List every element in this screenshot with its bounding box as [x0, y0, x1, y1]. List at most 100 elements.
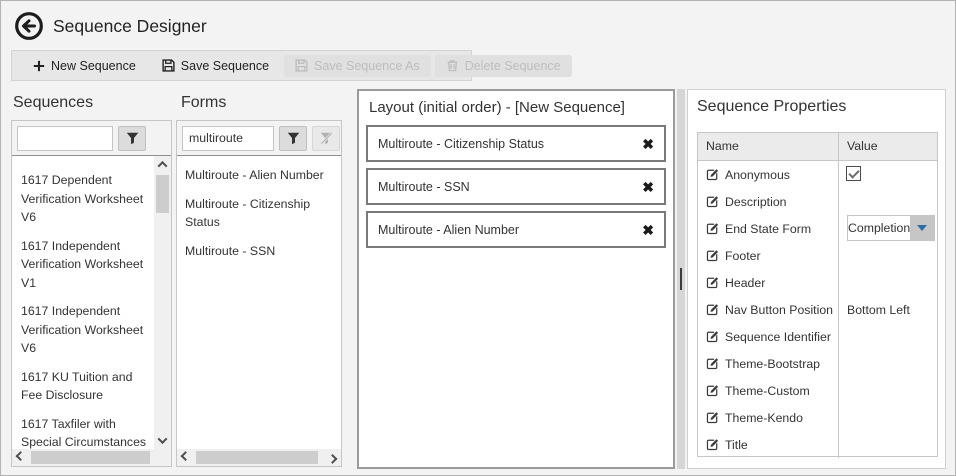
- list-item[interactable]: 1617 Dependent Verification Worksheet V6: [21, 171, 150, 227]
- forms-list: Multiroute - Alien Number Multiroute - Ci…: [177, 156, 339, 449]
- property-name-cell[interactable]: Sequence Identifier: [698, 323, 839, 350]
- sequences-list: V1 1617 Dependent Verification Worksheet…: [12, 156, 154, 449]
- property-value-cell: Bottom Left: [839, 296, 937, 323]
- layout-item[interactable]: Multiroute - Citizenship Status ✖: [366, 125, 666, 162]
- remove-icon[interactable]: ✖: [642, 137, 654, 151]
- forms-search-input[interactable]: [182, 126, 274, 151]
- scroll-left-button[interactable]: [177, 449, 194, 466]
- property-value-cell: [839, 242, 937, 269]
- property-row-end-state-form: End State Form Completion: [698, 215, 937, 242]
- property-name-label: Title: [725, 438, 748, 452]
- delete-sequence-button[interactable]: Delete Sequence: [435, 55, 572, 77]
- property-value-cell: Completion: [839, 215, 937, 242]
- scroll-up-button[interactable]: [154, 156, 171, 173]
- horizontal-scrollbar-thumb[interactable]: [196, 451, 318, 464]
- property-value-text: Bottom Left: [839, 296, 910, 317]
- property-name-cell[interactable]: Description: [698, 188, 839, 215]
- property-name-cell[interactable]: Nav Button Position: [698, 296, 839, 323]
- list-item[interactable]: Multiroute - SSN: [185, 242, 335, 261]
- save-icon: [162, 59, 175, 72]
- filter-icon: [126, 132, 139, 145]
- save-sequence-as-button[interactable]: Save Sequence As: [284, 55, 431, 77]
- property-name-cell[interactable]: Theme-Kendo: [698, 404, 839, 431]
- property-row-footer: Footer: [698, 242, 937, 269]
- property-name-cell[interactable]: Title: [698, 431, 839, 458]
- forms-list-wrap: Multiroute - Alien Number Multiroute - Ci…: [177, 156, 341, 466]
- layout-item[interactable]: Multiroute - Alien Number✖: [366, 211, 666, 248]
- edit-icon: [706, 384, 719, 397]
- chevron-left-icon: [16, 451, 26, 461]
- list-item[interactable]: 1617 Independent Verification Worksheet …: [21, 302, 150, 358]
- property-row-theme-kendo: Theme-Kendo: [698, 404, 937, 431]
- dropdown-selected-value: Completion: [848, 216, 910, 240]
- forms-clear-filter-button[interactable]: [312, 126, 340, 151]
- property-name-cell[interactable]: Theme-Custom: [698, 377, 839, 404]
- horizontal-scrollbar-thumb[interactable]: [31, 451, 150, 464]
- back-arrow-icon: [14, 11, 44, 41]
- end-state-form-dropdown[interactable]: Completion: [847, 215, 935, 241]
- edit-icon: [706, 330, 719, 343]
- scroll-down-button[interactable]: [154, 432, 171, 449]
- list-item[interactable]: Multiroute - Alien Number: [185, 166, 335, 185]
- dropdown-arrow-icon: [910, 216, 934, 240]
- sequences-panel: V1 1617 Dependent Verification Worksheet…: [11, 120, 172, 467]
- edit-icon: [706, 303, 719, 316]
- trash-icon: [446, 59, 459, 72]
- property-value-cell: [839, 269, 937, 296]
- splitter-handle[interactable]: [677, 89, 685, 469]
- remove-icon[interactable]: ✖: [642, 223, 654, 237]
- properties-panel-title: Sequence Properties: [697, 98, 945, 116]
- anonymous-checkbox[interactable]: [846, 166, 861, 181]
- sequences-list-wrap: V1 1617 Dependent Verification Worksheet…: [12, 156, 171, 466]
- column-header-value: Value: [839, 133, 937, 160]
- property-name-cell[interactable]: End State Form: [698, 215, 839, 242]
- list-item[interactable]: 1617 Independent Verification Worksheet …: [21, 237, 150, 293]
- edit-icon: [706, 438, 719, 451]
- forms-search-toolbar: [177, 121, 341, 156]
- property-row-theme-bootstrap: Theme-Bootstrap: [698, 350, 937, 377]
- property-name-cell[interactable]: Header: [698, 269, 839, 296]
- property-value-cell: [839, 350, 937, 377]
- layout-item[interactable]: Multiroute - SSN ✖: [366, 168, 666, 205]
- list-item-partial[interactable]: V1: [21, 156, 154, 161]
- list-item[interactable]: Multiroute - Citizenship Status: [185, 195, 335, 232]
- save-sequence-button[interactable]: Save Sequence: [151, 55, 280, 77]
- property-name-cell[interactable]: Anonymous: [698, 161, 839, 188]
- chevron-right-icon: [328, 454, 338, 464]
- sequences-vertical-scrollbar[interactable]: [154, 156, 171, 449]
- forms-filter-button[interactable]: [279, 126, 307, 151]
- sequence-designer-window: Sequence Designer New SequenceSave Seque…: [0, 0, 956, 476]
- property-value-cell: [839, 323, 937, 350]
- property-value-cell: [839, 431, 937, 458]
- sequences-horizontal-scrollbar[interactable]: [12, 449, 171, 466]
- forms-horizontal-scrollbar[interactable]: [177, 449, 341, 466]
- layout-item-label: Multiroute - Citizenship Status: [378, 137, 544, 151]
- property-value-cell: [839, 404, 937, 431]
- vertical-scrollbar-thumb[interactable]: [156, 175, 169, 213]
- back-button[interactable]: [14, 11, 44, 41]
- scroll-right-button[interactable]: [324, 449, 341, 466]
- toolbar: New SequenceSave SequenceSave Sequence A…: [11, 50, 472, 81]
- chevron-left-icon: [181, 451, 191, 461]
- property-row-anonymous: Anonymous: [698, 161, 937, 188]
- filter-icon: [287, 132, 300, 145]
- plus-icon: [33, 60, 45, 72]
- layout-panel: Layout (initial order) - [New Sequence] …: [357, 89, 675, 469]
- list-item[interactable]: 1617 Taxfiler with Special Circumstances: [21, 415, 150, 450]
- filter-clear-icon: [320, 132, 333, 145]
- sequences-filter-button[interactable]: [118, 126, 146, 151]
- page-title: Sequence Designer: [53, 16, 207, 37]
- layout-item-label: Multiroute - SSN: [378, 180, 470, 194]
- property-name-cell[interactable]: Theme-Bootstrap: [698, 350, 839, 377]
- list-item[interactable]: 1617 KU Tuition and Fee Disclosure: [21, 368, 150, 405]
- property-name-label: Theme-Custom: [725, 384, 810, 398]
- property-name-label: Theme-Bootstrap: [725, 357, 820, 371]
- sequences-search-input[interactable]: [17, 126, 113, 151]
- new-sequence-button[interactable]: New Sequence: [22, 55, 147, 77]
- chevron-up-icon: [158, 161, 168, 171]
- properties-table-body: AnonymousDescriptionEnd State Form Comple…: [698, 161, 937, 458]
- property-name-cell[interactable]: Footer: [698, 242, 839, 269]
- scroll-left-button[interactable]: [12, 449, 29, 466]
- sequence-properties-panel: Sequence Properties Name Value Anonymous…: [687, 89, 946, 469]
- remove-icon[interactable]: ✖: [642, 180, 654, 194]
